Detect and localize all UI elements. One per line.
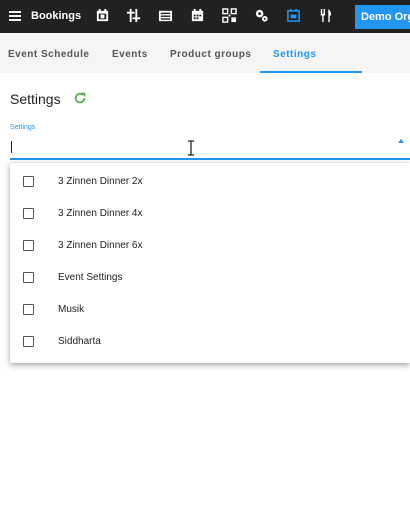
tune-icon[interactable]: [126, 8, 141, 23]
option-label: 3 Zinnen Dinner 2x: [58, 176, 143, 187]
checkbox[interactable]: [23, 240, 34, 251]
settings-icon[interactable]: [254, 8, 269, 23]
top-app-bar: Bookings Demo Org: [0, 0, 410, 33]
menu-icon[interactable]: [9, 11, 21, 21]
tab-indicator: [260, 71, 362, 73]
dropdown-arrow-up-icon[interactable]: [397, 138, 405, 144]
qr-code-icon[interactable]: [222, 8, 237, 23]
field-underline: [10, 158, 410, 160]
checkbox[interactable]: [23, 272, 34, 283]
dropdown-option[interactable]: 3 Zinnen Dinner 4x: [10, 197, 410, 229]
dropdown-option[interactable]: Event Settings: [10, 261, 410, 293]
list-icon[interactable]: [158, 8, 173, 23]
option-label: 3 Zinnen Dinner 6x: [58, 240, 143, 251]
option-label: Musik: [58, 304, 85, 315]
settings-dropdown-menu: 3 Zinnen Dinner 2x 3 Zinnen Dinner 4x 3 …: [10, 163, 410, 363]
text-cursor-icon: [188, 140, 194, 156]
page-title: Settings: [10, 91, 61, 107]
dropdown-option[interactable]: Musik: [10, 293, 410, 325]
settings-select-input[interactable]: [10, 138, 410, 158]
option-label: Siddharta: [58, 336, 101, 347]
tab-bar: Event Schedule Events Product groups Set…: [0, 33, 410, 73]
checkbox[interactable]: [23, 208, 34, 219]
text-caret: [11, 141, 12, 153]
dropdown-option[interactable]: 3 Zinnen Dinner 2x: [10, 165, 410, 197]
dropdown-option[interactable]: Siddharta: [10, 325, 410, 357]
option-label: 3 Zinnen Dinner 4x: [58, 208, 143, 219]
tab-settings[interactable]: Settings: [273, 49, 316, 60]
checkbox[interactable]: [23, 336, 34, 347]
account-button[interactable]: Demo Org: [355, 5, 410, 29]
tab-events[interactable]: Events: [112, 49, 148, 60]
option-label: Event Settings: [58, 272, 123, 283]
refresh-icon[interactable]: [73, 91, 87, 105]
tab-product-groups[interactable]: Product groups: [170, 49, 251, 60]
tab-event-schedule[interactable]: Event Schedule: [8, 49, 89, 60]
checkbox[interactable]: [23, 176, 34, 187]
calendar-grid-icon[interactable]: [190, 8, 205, 23]
calendar-icon[interactable]: [95, 8, 110, 23]
checkbox[interactable]: [23, 304, 34, 315]
settings-field-label: Settings: [10, 124, 36, 131]
dropdown-option[interactable]: 3 Zinnen Dinner 6x: [10, 229, 410, 261]
event-icon[interactable]: [286, 8, 301, 23]
app-title: Bookings: [31, 10, 82, 22]
restaurant-icon[interactable]: [318, 8, 333, 23]
